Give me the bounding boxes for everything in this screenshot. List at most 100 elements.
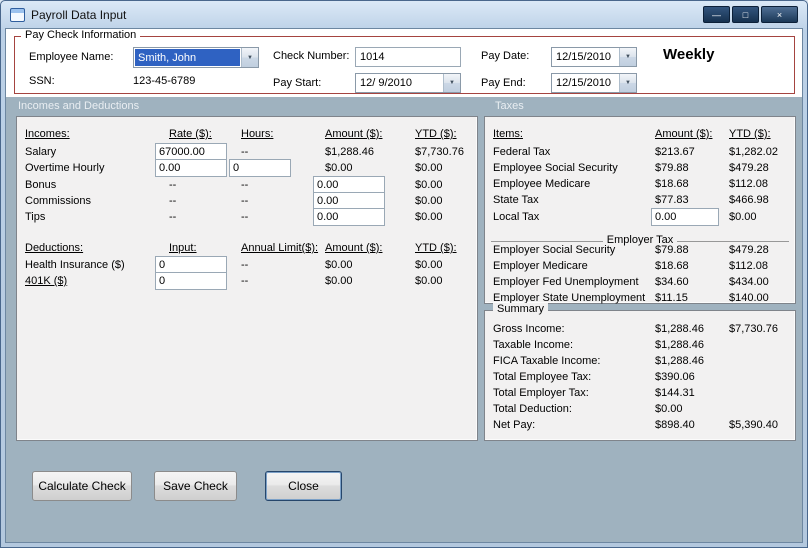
titlebar[interactable]: Payroll Data Input — □ × (1, 1, 807, 28)
row-label: Employer Fed Unemployment (493, 276, 639, 288)
row-label: Employee Medicare (493, 178, 591, 190)
rate-col-header: Rate ($): (169, 128, 212, 140)
amount-col-header: Amount ($): (325, 242, 383, 254)
pay-end-picker[interactable]: 12/15/2010 ▼ (551, 73, 637, 93)
pay-date-picker[interactable]: 12/15/2010 ▼ (551, 47, 637, 67)
check-number-label: Check Number: (273, 50, 350, 62)
row-label: FICA Taxable Income: (493, 355, 601, 367)
income-row-overtime: Overtime Hourly $0.00 $0.00 (17, 159, 477, 177)
overtime-hours-input[interactable] (229, 159, 291, 177)
app-icon (10, 7, 25, 22)
pay-start-picker[interactable]: 12/ 9/2010 ▼ (355, 73, 461, 93)
row-label: Commissions (25, 195, 92, 207)
close-window-button[interactable]: × (761, 6, 798, 23)
tips-ytd: $0.00 (415, 211, 443, 223)
pay-frequency-label: Weekly (663, 46, 715, 63)
overtime-amount: $0.00 (325, 162, 353, 174)
row-amount: $898.40 (655, 419, 695, 431)
row-ytd: $0.00 (729, 211, 757, 223)
row-ytd: $434.00 (729, 276, 769, 288)
bonus-ytd: $0.00 (415, 179, 443, 191)
employee-name-label: Employee Name: (29, 51, 114, 63)
health-limit: -- (241, 259, 249, 271)
employer-tax-divider: Employer Tax (491, 234, 789, 246)
employee-name-dropdown[interactable]: Smith, John ▼ (133, 47, 259, 68)
overtime-rate-input[interactable] (155, 159, 227, 177)
overtime-ytd: $0.00 (415, 162, 443, 174)
employee-name-value: Smith, John (135, 49, 240, 66)
row-label: State Tax (493, 194, 539, 206)
incomes-header-row: Incomes: Rate ($): Hours: Amount ($): YT… (17, 127, 477, 143)
tips-amount-input[interactable] (313, 208, 385, 226)
tax-row-emp-medicare: Employee Medicare $18.68 $112.08 (485, 177, 795, 193)
salary-ytd: $7,730.76 (415, 146, 464, 158)
items-col-header: Items: (493, 128, 523, 140)
deduction-row-health-insurance: Health Insurance ($) -- $0.00 $0.00 (17, 256, 477, 274)
row-amount: $79.88 (655, 162, 689, 174)
row-amount: $213.67 (655, 146, 695, 158)
summary-row-fica-taxable-income: FICA Taxable Income: $1,288.46 (485, 354, 795, 370)
salary-amount: $1,288.46 (325, 146, 374, 158)
row-amount: $144.31 (655, 387, 695, 399)
row-ytd: $479.28 (729, 244, 769, 256)
row-label: Taxable Income: (493, 339, 574, 351)
section-header-taxes: Taxes (495, 100, 524, 112)
commissions-rate: -- (169, 195, 177, 207)
close-icon: × (776, 9, 783, 20)
pay-date-label: Pay Date: (481, 50, 530, 62)
deduction-row-401k: 401K ($) -- $0.00 $0.00 (17, 272, 477, 290)
window-controls: — □ × (703, 6, 798, 23)
deductions-col-header: Deductions: (25, 242, 84, 254)
amount-col-header: Amount ($): (655, 128, 713, 140)
salary-hours: -- (241, 146, 249, 158)
tax-row-employer-fed-unemployment: Employer Fed Unemployment $34.60 $434.00 (485, 275, 795, 291)
income-row-bonus: Bonus -- -- $0.00 (17, 176, 477, 194)
tax-row-federal: Federal Tax $213.67 $1,282.02 (485, 145, 795, 161)
taxes-panel: Items: Amount ($): YTD ($): Federal Tax … (484, 116, 796, 304)
row-label: Employer Medicare (493, 260, 588, 272)
row-amount: $77.83 (655, 194, 689, 206)
section-header-incomes: Incomes and Deductions (18, 100, 140, 112)
summary-row-gross-income: Gross Income: $1,288.46 $7,730.76 (485, 322, 795, 338)
taxes-header-row: Items: Amount ($): YTD ($): (485, 127, 795, 143)
row-amount: $0.00 (655, 403, 683, 415)
pay-date-value: 12/15/2010 (556, 51, 612, 63)
row-amount: $11.15 (655, 292, 688, 304)
maximize-button[interactable]: □ (732, 6, 759, 23)
bonus-hours: -- (241, 179, 249, 191)
chevron-down-icon[interactable]: ▼ (619, 48, 636, 66)
minimize-button[interactable]: — (703, 6, 730, 23)
row-label: Bonus (25, 179, 57, 191)
row-label: Local Tax (493, 211, 540, 223)
tax-row-employer-medicare: Employer Medicare $18.68 $112.08 (485, 259, 795, 275)
bonus-rate: -- (169, 179, 177, 191)
amount-col-header: Amount ($): (325, 128, 383, 140)
hours-col-header: Hours: (241, 128, 274, 140)
row-label: Total Deduction: (493, 403, 572, 415)
row-ytd: $466.98 (729, 194, 769, 206)
chevron-down-icon[interactable]: ▼ (443, 74, 460, 92)
summary-panel: Summary Gross Income: $1,288.46 $7,730.7… (484, 303, 796, 441)
row-ytd: $1,282.02 (729, 146, 778, 158)
chevron-down-icon[interactable]: ▼ (241, 48, 258, 67)
save-check-button[interactable]: Save Check (154, 471, 237, 501)
calculate-check-button[interactable]: Calculate Check (32, 471, 132, 501)
local-tax-input[interactable] (651, 208, 719, 226)
chevron-down-icon[interactable]: ▼ (619, 74, 636, 92)
close-button[interactable]: Close (265, 471, 342, 501)
pay-start-label: Pay Start: (273, 77, 322, 89)
tax-row-emp-social-security: Employee Social Security $79.88 $479.28 (485, 161, 795, 177)
row-ytd: $140.00 (729, 292, 769, 304)
health-ytd: $0.00 (415, 259, 443, 271)
summary-row-total-employer-tax: Total Employer Tax: $144.31 (485, 386, 795, 402)
401k-input[interactable] (155, 272, 227, 290)
row-label-401k-link[interactable]: 401K ($) (25, 275, 67, 287)
summary-row-net-pay: Net Pay: $898.40 $5,390.40 (485, 418, 795, 434)
health-amount: $0.00 (325, 259, 353, 271)
tax-row-employer-social-security: Employer Social Security $79.88 $479.28 (485, 243, 795, 259)
check-number-input[interactable] (355, 47, 461, 67)
tips-rate: -- (169, 211, 177, 223)
row-label: Net Pay: (493, 419, 536, 431)
paycheck-info-group: Pay Check Information Employee Name: Smi… (14, 29, 795, 94)
row-label: Salary (25, 146, 57, 158)
